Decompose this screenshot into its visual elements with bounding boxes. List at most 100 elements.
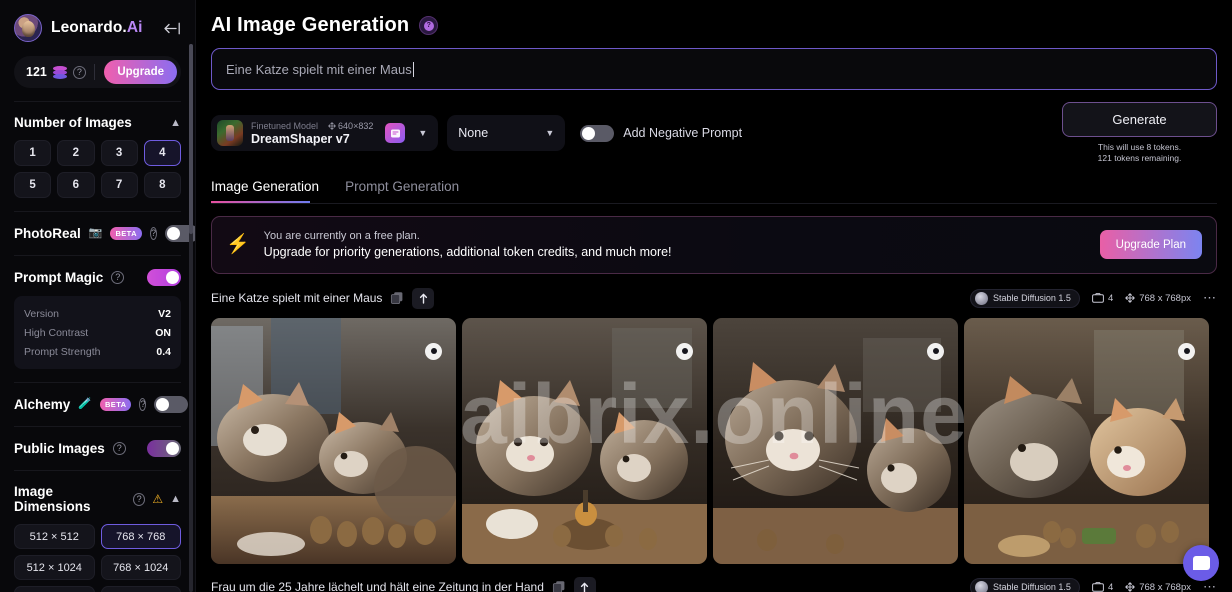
prompt-magic-strength-row[interactable]: Prompt Strength 0.4 bbox=[24, 342, 171, 361]
generate-button[interactable]: Generate bbox=[1062, 102, 1217, 137]
token-help-icon[interactable]: ? bbox=[72, 65, 86, 79]
num-images-option-4[interactable]: 4 bbox=[143, 140, 181, 166]
model-badge-label: Stable Diffusion 1.5 bbox=[993, 582, 1071, 592]
sidebar-scrollbar[interactable] bbox=[189, 44, 193, 592]
photoreal-help-icon[interactable]: ? bbox=[149, 227, 157, 240]
brand-name-accent: Ai bbox=[126, 19, 143, 36]
preview-eye-icon[interactable] bbox=[1178, 342, 1195, 360]
dimension-option-512x1024[interactable]: 512 × 1024 bbox=[14, 555, 95, 580]
tab-image-generation[interactable]: Image Generation bbox=[211, 179, 319, 203]
brand-name-main: Leonardo. bbox=[51, 19, 127, 36]
chevron-up-icon[interactable]: ▲ bbox=[170, 493, 181, 505]
model-badge-avatar bbox=[975, 580, 989, 592]
more-options-icon[interactable]: ⋯ bbox=[1203, 579, 1217, 592]
negative-prompt-toggle[interactable] bbox=[580, 124, 615, 142]
prompt-input[interactable]: Eine Katze spielt mit einer Maus bbox=[211, 48, 1217, 90]
model-dimensions-text: 640×832 bbox=[338, 120, 374, 131]
num-images-option-8[interactable]: 8 bbox=[143, 172, 181, 198]
cat-image-4 bbox=[964, 317, 1209, 564]
dimension-option-768x1024[interactable]: 768 × 1024 bbox=[100, 555, 181, 580]
user-avatar[interactable] bbox=[14, 14, 42, 42]
dimension-option-1024x1024[interactable]: 1024 × 1024 bbox=[100, 586, 181, 592]
free-plan-banner: ⚡ You are currently on a free plan. Upgr… bbox=[211, 215, 1217, 274]
preview-eye-icon[interactable] bbox=[425, 342, 442, 360]
images-icon bbox=[1092, 582, 1104, 592]
text-cursor bbox=[412, 61, 414, 77]
alchemy-label: Alchemy bbox=[14, 397, 71, 412]
prompt-input-value: Eine Katze spielt mit einer Maus bbox=[226, 61, 412, 77]
prompt-magic-version-row[interactable]: Version V2 bbox=[24, 304, 171, 323]
image-dimensions-header: Image Dimensions ? ⚠ ▲ bbox=[0, 471, 195, 514]
sidebar-scrollbar-thumb[interactable] bbox=[189, 44, 193, 234]
prompt-magic-contrast-value: ON bbox=[155, 326, 171, 339]
sidebar: Leonardo.Ai 121 ? Upgrade Number of Imag… bbox=[0, 0, 196, 592]
copy-icon[interactable] bbox=[552, 580, 566, 592]
num-images-option-7[interactable]: 7 bbox=[100, 172, 138, 198]
num-images-option-1[interactable]: 1 bbox=[14, 140, 52, 166]
pin-up-icon[interactable] bbox=[573, 576, 596, 592]
upgrade-button[interactable]: Upgrade bbox=[104, 60, 177, 84]
generated-image-1[interactable] bbox=[211, 317, 456, 564]
prompt-magic-toggle[interactable] bbox=[147, 269, 181, 286]
model-badge[interactable]: Stable Diffusion 1.5 bbox=[970, 577, 1080, 592]
model-detail-icon[interactable] bbox=[385, 123, 406, 144]
public-images-toggle[interactable] bbox=[147, 440, 181, 457]
upgrade-plan-button[interactable]: Upgrade Plan bbox=[1099, 230, 1202, 260]
pin-up-icon[interactable] bbox=[412, 287, 435, 309]
num-images-option-3[interactable]: 3 bbox=[100, 140, 138, 166]
prompt-magic-help-icon[interactable]: ? bbox=[111, 271, 125, 284]
chevron-down-icon[interactable]: ▼ bbox=[413, 128, 432, 138]
generate-note-line2: 121 tokens remaining. bbox=[1097, 153, 1182, 164]
camera-icon: 📷 bbox=[88, 227, 103, 239]
prompt-magic-contrast-label: High Contrast bbox=[24, 326, 89, 339]
model-badge[interactable]: Stable Diffusion 1.5 bbox=[970, 288, 1080, 308]
num-images-option-6[interactable]: 6 bbox=[57, 172, 95, 198]
chat-bubble-icon[interactable] bbox=[1183, 545, 1219, 581]
num-images-option-2[interactable]: 2 bbox=[57, 140, 95, 166]
app-root: Leonardo.Ai 121 ? Upgrade Number of Imag… bbox=[0, 0, 1232, 592]
generation-meta: Stable Diffusion 1.5 4 768 x 768px ⋯ bbox=[970, 288, 1217, 308]
collapse-sidebar-icon[interactable] bbox=[161, 17, 183, 39]
model-selector[interactable]: Finetuned Model 640×832 DreamShaper v7 ▼ bbox=[211, 115, 439, 152]
preset-select[interactable]: None ▼ bbox=[447, 115, 566, 152]
banner-line1: You are currently on a free plan. bbox=[263, 230, 420, 243]
copy-icon[interactable] bbox=[390, 291, 404, 305]
num-images-option-5[interactable]: 5 bbox=[14, 172, 52, 198]
cat-image-2 bbox=[462, 317, 707, 564]
page-title: AI Image Generation bbox=[211, 14, 410, 36]
image-count-value: 4 bbox=[1107, 581, 1114, 592]
alchemy-toggle[interactable] bbox=[154, 396, 189, 413]
generate-note-line1: This will use 8 tokens. bbox=[1097, 142, 1182, 152]
generated-image-3[interactable] bbox=[713, 317, 958, 564]
generated-image-4[interactable] bbox=[964, 317, 1209, 564]
model-dimensions: 640×832 bbox=[328, 121, 373, 131]
warning-triangle-icon: ⚠ bbox=[152, 492, 164, 506]
tab-prompt-generation[interactable]: Prompt Generation bbox=[345, 179, 459, 203]
dimension-option-512x512[interactable]: 512 × 512 bbox=[14, 524, 95, 549]
dimension-option-1024x768[interactable]: 1024 × 768 bbox=[14, 586, 95, 592]
generation-prompt-text: Eine Katze spielt mit einer Maus bbox=[211, 291, 383, 306]
alchemy-help-icon[interactable]: ? bbox=[139, 398, 147, 411]
image-dimensions-help-icon[interactable]: ? bbox=[133, 492, 146, 506]
more-options-icon[interactable]: ⋯ bbox=[1203, 290, 1217, 306]
prompt-magic-contrast-row[interactable]: High Contrast ON bbox=[24, 323, 171, 342]
generated-image-2[interactable] bbox=[462, 317, 707, 564]
generation-row-header-2: Frau um die 25 Jahre lächelt und hält ei… bbox=[211, 576, 1217, 592]
image-count-meta: 4 bbox=[1092, 582, 1113, 592]
dimension-option-768x768[interactable]: 768 × 768 bbox=[100, 524, 181, 549]
resize-icon bbox=[328, 122, 336, 130]
generation-image-grid: aibrix.online bbox=[211, 317, 1217, 564]
image-size-value: 768 x 768px bbox=[1139, 581, 1191, 592]
negative-prompt-control: Add Negative Prompt bbox=[580, 124, 742, 142]
chevron-up-icon[interactable]: ▲ bbox=[170, 117, 181, 129]
prompt-magic-version-label: Version bbox=[24, 307, 60, 320]
generation-meta-2: Stable Diffusion 1.5 4 768 x 768px ⋯ bbox=[970, 577, 1217, 592]
preview-eye-icon[interactable] bbox=[927, 342, 944, 360]
tab-bar: Image Generation Prompt Generation bbox=[211, 179, 1217, 203]
public-images-help-icon[interactable]: ? bbox=[112, 442, 126, 455]
resize-icon bbox=[1125, 582, 1135, 592]
flask-icon: 🧪 bbox=[78, 398, 92, 410]
help-circle-icon[interactable]: ? bbox=[419, 16, 439, 35]
token-coins-icon bbox=[52, 65, 67, 79]
preview-eye-icon[interactable] bbox=[676, 342, 693, 360]
